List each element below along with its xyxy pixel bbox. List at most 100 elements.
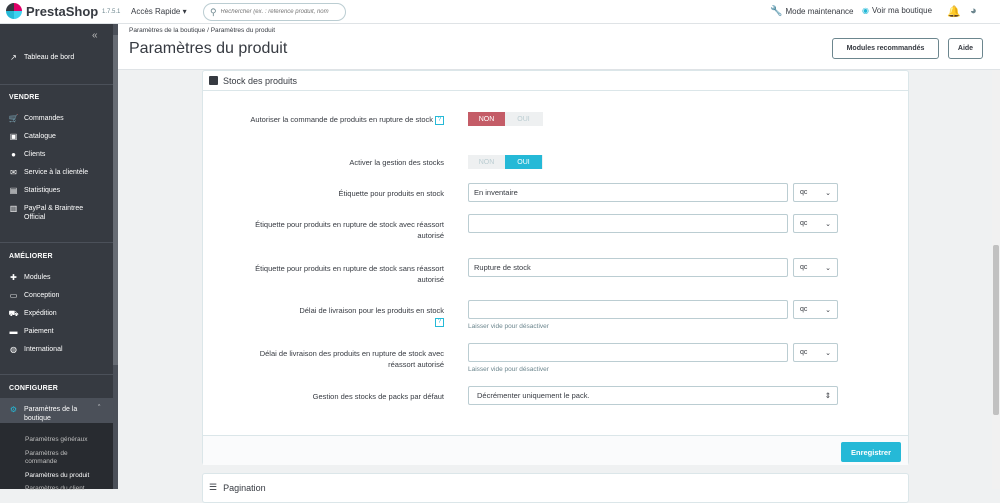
save-button[interactable]: Enregistrer — [841, 442, 901, 462]
account-icon[interactable]: ◕ — [970, 5, 977, 17]
top-header: PrestaShop 1.7.5.1 Accès Rapide ▾ ⚲ 🔧 Mo… — [0, 0, 1000, 24]
breadcrumb-parent[interactable]: Paramètres de la boutique — [129, 27, 205, 34]
delivery-in-stock-input[interactable] — [468, 300, 788, 319]
sidebar-item-label: Paiement — [24, 328, 54, 335]
sidebar-item-label: Modules — [24, 274, 51, 281]
switch-yes[interactable]: OUI — [505, 155, 542, 169]
subitem-customer[interactable]: Paramètres du client — [25, 485, 85, 493]
list-icon: ☰ — [209, 482, 218, 492]
prestashop-logo-icon — [6, 3, 22, 19]
sidebar-item-orders[interactable]: 🛒 Commandes — [9, 114, 64, 123]
pack-stock-label: Gestion des stocks de packs par défaut — [312, 392, 444, 401]
delivery-in-stock-lang-select[interactable]: qc ⌄ — [793, 300, 838, 319]
section-configurer: CONFIGURER — [9, 385, 59, 392]
breadcrumb-separator: / — [207, 27, 209, 34]
sidebar-item-shipping[interactable]: ⛟ Expédition — [8, 308, 57, 318]
sidebar-item-label: International — [24, 346, 63, 353]
view-shop-link[interactable]: ◉ Voir ma boutique — [862, 6, 932, 15]
section-ameliorer: AMÉLIORER — [9, 253, 53, 260]
sidebar-item-payment[interactable]: ▬ Paiement — [9, 327, 54, 336]
sidebar-item-label: Statistiques — [24, 187, 61, 194]
breadcrumb: Paramètres de la boutique / Paramètres d… — [129, 27, 275, 34]
pagination-panel: ☰ Pagination — [202, 473, 909, 503]
oos-allowed-input[interactable] — [468, 214, 788, 233]
lang-code: qc — [800, 349, 808, 356]
delivery-in-stock-hint: Laisser vide pour désactiver — [468, 323, 549, 330]
chevron-down-icon: ⌄ — [825, 349, 831, 357]
breadcrumb-current: Paramètres du produit — [210, 27, 275, 34]
chevron-down-icon: ⌄ — [825, 306, 831, 314]
switch-no[interactable]: NON — [468, 112, 505, 126]
bell-icon[interactable]: 🔔 — [947, 5, 961, 18]
sidebar-item-customers[interactable]: ● Clients — [9, 150, 45, 159]
sidebar-item-catalog[interactable]: ▣ Catalogue — [9, 132, 56, 141]
sidebar-item-paypal[interactable]: ▥ PayPal & Braintree Official — [9, 204, 94, 222]
page-header: Paramètres de la boutique / Paramètres d… — [118, 24, 1000, 70]
stock-panel: Stock des produits Autoriser la commande… — [202, 70, 909, 465]
pack-stock-select[interactable]: Décrémenter uniquement le pack. ⇕ — [468, 386, 838, 405]
delivery-oos-lang-select[interactable]: qc ⌄ — [793, 343, 838, 362]
truck-icon: ⛟ — [8, 308, 19, 318]
user-icon: ● — [11, 150, 16, 159]
sidebar-item-label: Paramètres de la boutique — [24, 406, 78, 422]
sidebar-scrollbar-thumb[interactable] — [113, 35, 118, 365]
help-button[interactable]: Aide — [948, 38, 983, 59]
sidebar-item-international[interactable]: ◍ International — [9, 345, 63, 354]
help-icon[interactable]: ? — [435, 317, 444, 327]
store-icon: ▣ — [9, 132, 18, 141]
maintenance-link[interactable]: 🔧 Mode maintenance — [770, 6, 854, 17]
in-stock-input[interactable] — [468, 183, 788, 202]
field-label: Délai de livraison pour les produits en … — [299, 306, 444, 315]
panel-title: Stock des produits — [223, 75, 298, 86]
sidebar-item-stats[interactable]: ▤ Statistiques — [9, 186, 60, 195]
switch-yes[interactable]: OUI — [505, 112, 542, 126]
sidebar-item-dashboard[interactable]: ↗ Tableau de bord — [9, 53, 74, 62]
subitem-orders[interactable]: Paramètres de commande — [25, 450, 85, 466]
subitem-product[interactable]: Paramètres du produit — [25, 472, 89, 480]
sidebar-item-shop-params-row[interactable]: ⚙ Paramètres de la boutique ˆ — [9, 405, 100, 423]
subitem-general[interactable]: Paramètres généraux — [25, 436, 88, 444]
help-icon[interactable]: ? — [435, 115, 444, 125]
delivery-oos-input[interactable] — [468, 343, 788, 362]
caret-down-icon: ▾ — [182, 7, 187, 16]
recommended-modules-button[interactable]: Modules recommandés — [832, 38, 939, 59]
switch-no[interactable]: NON — [468, 155, 505, 169]
panel-title: Pagination — [223, 482, 266, 493]
sidebar-item-label: PayPal & Braintree Official — [24, 205, 84, 221]
chevron-down-icon: ⌄ — [825, 220, 831, 228]
stock-mgmt-label: Activer la gestion des stocks — [349, 158, 444, 167]
trending-up-icon: ↗ — [10, 53, 17, 62]
version-label: 1.7.5.1 — [102, 9, 121, 15]
search-input[interactable] — [220, 9, 341, 15]
oos-denied-lang-select[interactable]: qc ⌄ — [793, 258, 838, 277]
lang-code: qc — [800, 306, 808, 313]
oos-allowed-lang-select[interactable]: qc ⌄ — [793, 214, 838, 233]
gear-icon: ⚙ — [9, 405, 18, 414]
brand-logo[interactable]: PrestaShop — [6, 3, 98, 19]
oos-allowed-label: Étiquette pour produits en rupture de st… — [255, 220, 444, 240]
allow-oos-switch[interactable]: NON OUI — [468, 112, 543, 126]
section-vendre: VENDRE — [9, 94, 40, 101]
stock-mgmt-switch[interactable]: NON OUI — [468, 155, 543, 169]
payment-module-icon: ▥ — [9, 204, 18, 213]
collapse-sidebar-icon[interactable]: « — [92, 30, 98, 41]
sidebar-item-customer-service[interactable]: ✉ Service à la clientèle — [9, 168, 88, 177]
sidebar-item-modules[interactable]: ✚ Modules — [9, 273, 50, 282]
search-box[interactable]: ⚲ — [203, 3, 346, 21]
in-stock-lang-select[interactable]: qc ⌄ — [793, 183, 838, 202]
sidebar-divider — [0, 374, 113, 375]
maintenance-label: Mode maintenance — [785, 7, 854, 16]
search-icon: ⚲ — [210, 6, 217, 17]
box-icon — [209, 76, 218, 85]
main-scrollbar-thumb[interactable] — [993, 245, 999, 415]
sidebar-item-design[interactable]: ▭ Conception — [9, 291, 60, 300]
sidebar-item-label: Expédition — [24, 310, 57, 317]
oos-denied-input[interactable] — [468, 258, 788, 277]
quick-access-dropdown[interactable]: Accès Rapide ▾ — [131, 7, 187, 16]
lang-code: qc — [800, 220, 808, 227]
delivery-oos-hint: Laisser vide pour désactiver — [468, 366, 549, 373]
chevron-up-icon: ˆ — [98, 405, 101, 412]
field-label: Autoriser la commande de produits en rup… — [250, 115, 433, 124]
sidebar-item-label: Service à la clientèle — [24, 169, 89, 176]
sidebar-item-label: Tableau de bord — [24, 54, 75, 61]
